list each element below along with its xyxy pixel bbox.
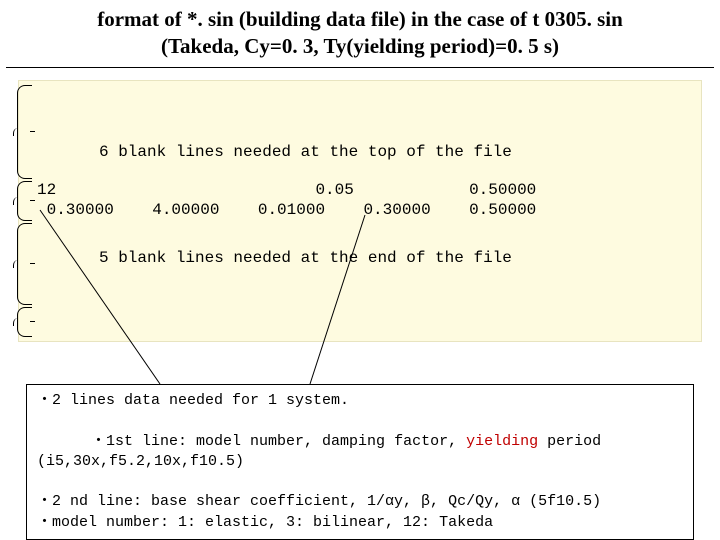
legend-line-3: ・2 nd line: base shear coefficient, 1/αy… — [37, 492, 683, 512]
page-title: format of *. sin (building data file) in… — [6, 4, 714, 68]
slide: format of *. sin (building data file) in… — [0, 0, 720, 540]
brace-data-lines — [17, 181, 32, 221]
title-line-2: (Takeda, Cy=0. 3, Ty(yielding period)=0.… — [10, 33, 710, 60]
legend-box: ・2 lines data needed for 1 system. ・1st … — [26, 384, 694, 540]
brace-extra — [17, 307, 32, 337]
data-line-2: 0.30000 4.00000 0.01000 0.30000 0.50000 — [37, 201, 693, 219]
brace-bottom-blank — [17, 223, 32, 305]
legend-line-1: ・2 lines data needed for 1 system. — [37, 391, 683, 411]
file-format-panel: 6 blank lines needed at the top of the f… — [18, 80, 702, 342]
brace-top-blank — [17, 85, 32, 179]
note-top-blank: 6 blank lines needed at the top of the f… — [99, 143, 512, 161]
legend-l2a: ・1st line: model number, damping factor, — [91, 433, 466, 450]
legend-line-4: ・model number: 1: elastic, 3: bilinear, … — [37, 513, 683, 533]
title-line-1: format of *. sin (building data file) in… — [10, 6, 710, 33]
legend-line-2: ・1st line: model number, damping factor,… — [37, 411, 683, 492]
note-bottom-blank: 5 blank lines needed at the end of the f… — [99, 249, 512, 267]
legend-l2-yielding: yielding — [466, 433, 538, 450]
data-line-1: 12 0.05 0.50000 — [37, 181, 693, 199]
